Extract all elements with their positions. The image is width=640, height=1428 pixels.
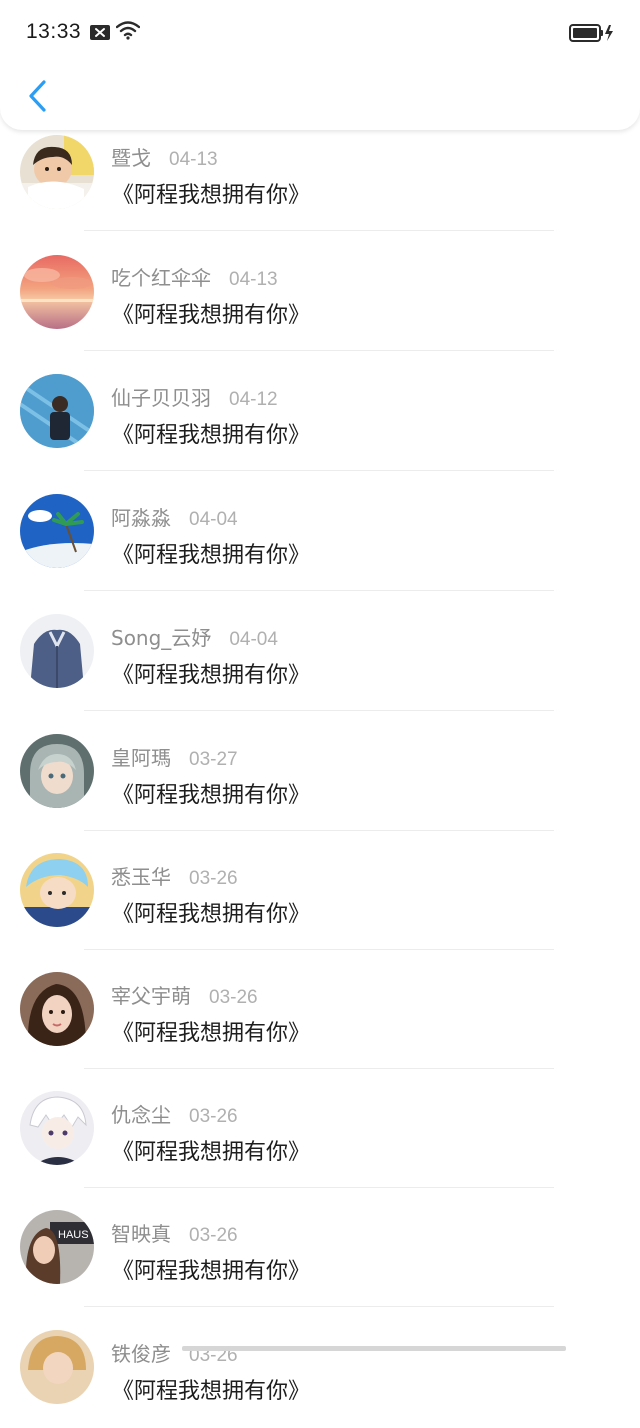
user-avatar[interactable]: HAUS	[20, 1210, 94, 1284]
user-name: 宰父宇萌 03-26	[111, 980, 258, 1009]
user-name-text: 铁俊彦	[111, 1342, 171, 1366]
comment-date: 04-04	[189, 509, 238, 530]
user-name: 吃个红伞伞 04-13	[111, 262, 278, 291]
user-name: 智映真 03-26	[111, 1218, 238, 1247]
back-button[interactable]	[18, 74, 58, 118]
user-name-text: 悉玉华	[111, 865, 171, 889]
user-name-text: 阿淼淼	[111, 506, 171, 530]
user-name-text: 仇念尘	[111, 1103, 171, 1127]
user-name-text: 宰父宇萌	[111, 984, 191, 1008]
user-name: 仇念尘 03-26	[111, 1099, 238, 1128]
list-item[interactable]: 悉玉华 03-26 《阿程我想拥有你》	[0, 830, 640, 950]
comment-date: 04-13	[169, 149, 218, 170]
book-title[interactable]: 《阿程我想拥有你》	[112, 896, 310, 928]
battery-charging-icon	[569, 24, 615, 46]
list-item[interactable]: Song_云妤 04-04 《阿程我想拥有你》	[0, 590, 640, 711]
svg-text:HAUS: HAUS	[58, 1229, 89, 1241]
list-item[interactable]: 仇念尘 03-26 《阿程我想拥有你》	[0, 1069, 640, 1189]
user-avatar[interactable]	[20, 1330, 94, 1404]
book-title[interactable]: 《阿程我想拥有你》	[112, 657, 310, 689]
user-avatar[interactable]	[20, 853, 94, 927]
status-bar: 13:33	[0, 0, 640, 66]
wifi-icon	[115, 21, 141, 44]
user-name: 皇阿瑪 03-27	[111, 742, 238, 771]
book-title[interactable]: 《阿程我想拥有你》	[112, 1134, 310, 1166]
book-title[interactable]: 《阿程我想拥有你》	[112, 1373, 310, 1405]
comment-date: 03-26	[189, 1106, 238, 1127]
book-title[interactable]: 《阿程我想拥有你》	[112, 1253, 310, 1285]
list-item[interactable]: HAUS 智映真 03-26 《阿程我想拥有你》	[0, 1188, 640, 1308]
message-x-icon	[90, 25, 110, 44]
list-item[interactable]: 皇阿瑪 03-27 《阿程我想拥有你》	[0, 710, 640, 831]
comment-date: 03-26	[189, 1225, 238, 1246]
list-item[interactable]: 铁俊彦 03-26 《阿程我想拥有你》	[0, 1308, 640, 1428]
user-avatar[interactable]	[20, 135, 94, 209]
user-name: 阿淼淼 04-04	[111, 502, 238, 531]
list-item[interactable]: 吃个红伞伞 04-13 《阿程我想拥有你》	[0, 230, 640, 351]
user-name-text: 仙子贝贝羽	[111, 386, 211, 410]
user-avatar[interactable]	[20, 255, 94, 329]
book-title[interactable]: 《阿程我想拥有你》	[112, 177, 310, 209]
user-name: 铁俊彦 03-26	[111, 1338, 238, 1367]
user-name: 仙子贝贝羽 04-12	[111, 382, 278, 411]
divider	[84, 1306, 554, 1307]
user-name-text: 皇阿瑪	[111, 746, 171, 770]
list-item[interactable]: 宰父宇萌 03-26 《阿程我想拥有你》	[0, 949, 640, 1069]
user-avatar[interactable]	[20, 734, 94, 808]
book-title[interactable]: 《阿程我想拥有你》	[112, 777, 310, 809]
app-header: 13:33	[0, 0, 640, 130]
list-item[interactable]: 阿淼淼 04-04 《阿程我想拥有你》	[0, 470, 640, 591]
comment-date: 03-26	[209, 987, 258, 1008]
comment-date: 04-13	[229, 269, 278, 290]
comment-date: 04-04	[229, 629, 278, 650]
book-title[interactable]: 《阿程我想拥有你》	[112, 297, 310, 329]
status-time: 13:33	[26, 20, 82, 43]
book-title[interactable]: 《阿程我想拥有你》	[112, 417, 310, 449]
horizontal-scrollbar[interactable]	[182, 1346, 566, 1351]
user-name: 暨戈 04-13	[111, 142, 218, 171]
user-name-text: 吃个红伞伞	[111, 266, 211, 290]
chevron-left-icon	[29, 80, 46, 112]
comment-date: 03-26	[189, 868, 238, 889]
book-title[interactable]: 《阿程我想拥有你》	[112, 537, 310, 569]
comment-date: 03-27	[189, 749, 238, 770]
user-name-text: 暨戈	[111, 146, 151, 170]
comment-date: 04-12	[229, 389, 278, 410]
book-title[interactable]: 《阿程我想拥有你》	[112, 1015, 310, 1047]
user-avatar[interactable]	[20, 972, 94, 1046]
user-name-text: 智映真	[111, 1222, 171, 1246]
user-name: 悉玉华 03-26	[111, 861, 238, 890]
user-avatar[interactable]	[20, 374, 94, 448]
user-avatar[interactable]	[20, 1091, 94, 1165]
list-item[interactable]: 仙子贝贝羽 04-12 《阿程我想拥有你》	[0, 350, 640, 471]
user-name: Song_云妤 04-04	[111, 622, 278, 651]
user-name-text: Song_云妤	[111, 626, 212, 650]
user-avatar[interactable]	[20, 494, 94, 568]
user-avatar[interactable]	[20, 614, 94, 688]
